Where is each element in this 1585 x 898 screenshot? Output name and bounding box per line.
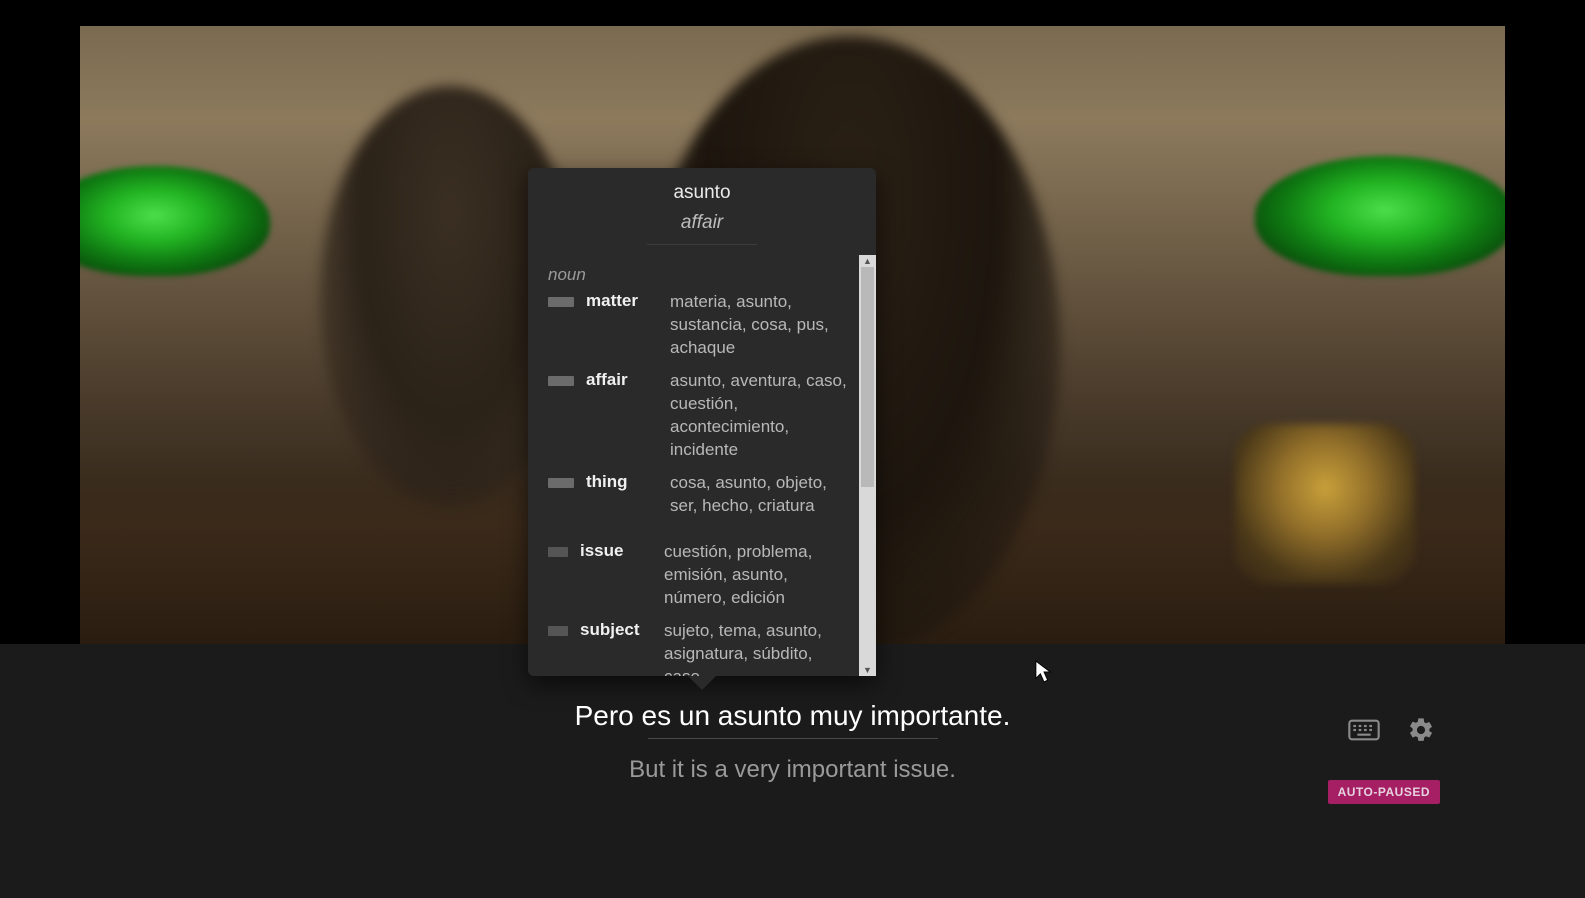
- auto-paused-badge[interactable]: AUTO-PAUSED: [1328, 780, 1440, 804]
- frequency-bar-icon: [548, 297, 574, 307]
- dictionary-popup: asunto affair noun matter materia, asunt…: [528, 168, 876, 676]
- definition-synonyms: sujeto, tema, asunto, asignatura, súbdit…: [664, 620, 858, 676]
- frequency-bar-icon: [548, 478, 574, 488]
- frequency-bar-icon: [548, 547, 568, 557]
- definition-synonyms: materia, asunto, sustancia, cosa, pus, a…: [670, 291, 858, 360]
- definition-row[interactable]: affair asunto, aventura, caso, cuestión,…: [548, 370, 858, 462]
- player-stage: asunto affair noun matter materia, asunt…: [0, 0, 1585, 898]
- definition-term: subject: [580, 620, 652, 640]
- definition-term: affair: [586, 370, 658, 390]
- definition-row[interactable]: matter materia, asunto, sustancia, cosa,…: [548, 291, 858, 360]
- cursor-icon: [1035, 660, 1053, 684]
- dictionary-primary-translation: affair: [647, 212, 757, 245]
- dictionary-body: noun matter materia, asunto, sustancia, …: [528, 255, 876, 676]
- subtitle-divider: [648, 738, 938, 739]
- video-bg-prop: [1235, 424, 1415, 584]
- definition-row[interactable]: thing cosa, asunto, objeto, ser, hecho, …: [548, 472, 858, 518]
- gear-icon[interactable]: [1407, 716, 1435, 744]
- definition-term: matter: [586, 291, 658, 311]
- definition-row[interactable]: issue cuestión, problema, emisión, asunt…: [548, 541, 858, 610]
- frequency-bar-icon: [548, 376, 574, 386]
- scroll-thumb[interactable]: [861, 267, 874, 487]
- dictionary-scrollbar[interactable]: ▲ ▼: [859, 255, 876, 676]
- dictionary-header: asunto affair: [528, 168, 876, 255]
- scroll-down-icon[interactable]: ▼: [859, 664, 876, 676]
- keyboard-icon[interactable]: [1348, 718, 1380, 742]
- definition-term: thing: [586, 472, 658, 492]
- video-bg-lamp: [1255, 156, 1505, 276]
- video-bg-lamp: [80, 166, 270, 276]
- definition-synonyms: cosa, asunto, objeto, ser, hecho, criatu…: [670, 472, 858, 518]
- definition-term: issue: [580, 541, 652, 561]
- dictionary-word: asunto: [528, 182, 876, 204]
- frequency-bar-icon: [548, 626, 568, 636]
- part-of-speech-label: noun: [548, 265, 858, 285]
- definition-synonyms: asunto, aventura, caso, cuestión, aconte…: [670, 370, 858, 462]
- definition-row[interactable]: subject sujeto, tema, asunto, asignatura…: [548, 620, 858, 676]
- scroll-up-icon[interactable]: ▲: [859, 255, 876, 267]
- definition-synonyms: cuestión, problema, emisión, asunto, núm…: [664, 541, 858, 610]
